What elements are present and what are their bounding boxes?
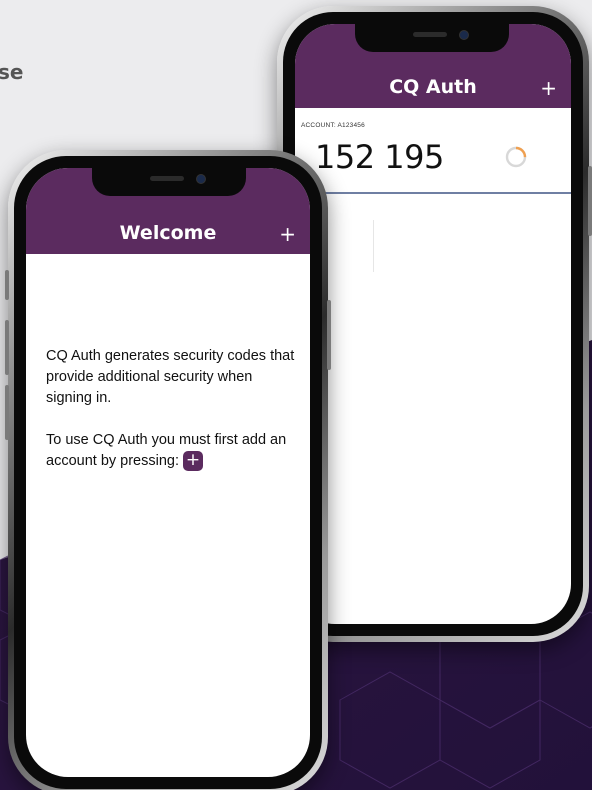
add-account-button[interactable]: + <box>279 222 296 246</box>
countdown-ring-icon <box>505 146 527 168</box>
divider-line <box>373 220 374 272</box>
welcome-body: CQ Auth generates security codes that pr… <box>46 346 298 493</box>
front-camera <box>459 30 469 40</box>
account-label: ACCOUNT: A123456 <box>301 122 365 129</box>
phone-screen-welcome: Welcome + CQ Auth generates security cod… <box>26 168 310 777</box>
phone-notch <box>355 24 509 52</box>
instruction-text: To use CQ Auth you must first add an acc… <box>46 432 287 469</box>
speaker-grille <box>413 32 447 37</box>
speaker-grille <box>150 176 184 181</box>
security-code: 152 195 <box>315 138 444 176</box>
volume-down-button <box>5 385 9 440</box>
mute-switch <box>5 270 9 300</box>
welcome-title: Welcome <box>119 222 217 244</box>
phone-front: Welcome + CQ Auth generates security cod… <box>5 150 331 790</box>
account-row[interactable]: ACCOUNT: A123456 152 195 <box>295 108 571 194</box>
app-title: CQ Auth <box>389 76 477 98</box>
phone-screen-auth: CQ Auth + ACCOUNT: A123456 152 195 <box>295 24 571 624</box>
marketing-page: se CQ Auth + ACCOUNT: A123456 152 195 We… <box>0 0 592 790</box>
instruction-paragraph: To use CQ Auth you must first add an acc… <box>46 430 298 472</box>
phone-notch <box>92 168 246 196</box>
add-account-button[interactable]: + <box>540 76 557 100</box>
intro-paragraph: CQ Auth generates security codes that pr… <box>46 348 295 406</box>
cut-off-heading: se <box>0 60 24 84</box>
volume-up-button <box>5 320 9 375</box>
inline-add-icon: + <box>183 451 203 472</box>
power-button <box>327 300 331 370</box>
power-button <box>588 166 592 236</box>
front-camera <box>196 174 206 184</box>
